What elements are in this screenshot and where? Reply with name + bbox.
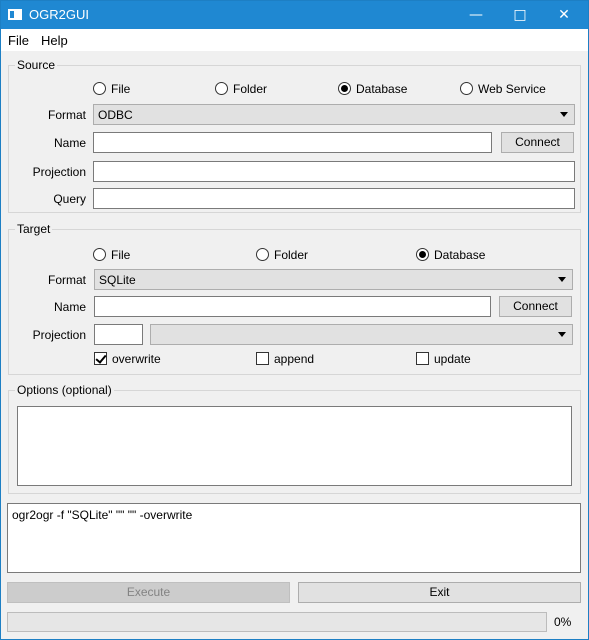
target-projection-input[interactable] [94, 324, 143, 345]
source-query-label: Query [53, 192, 86, 206]
source-group: Source File Folder Database Web Service … [8, 58, 581, 213]
target-group: Target File Folder Database Format SQLit… [8, 222, 581, 375]
target-format-select[interactable]: SQLite [94, 269, 573, 290]
update-label: update [434, 352, 471, 366]
options-group: Options (optional) [8, 383, 581, 494]
exit-button[interactable]: Exit [298, 582, 581, 603]
source-projection-input[interactable] [93, 161, 575, 182]
source-radio-database[interactable] [338, 82, 351, 95]
maximize-icon[interactable]: □ [498, 1, 542, 29]
source-format-value: ODBC [98, 108, 133, 122]
source-format-select[interactable]: ODBC [93, 104, 575, 125]
target-radio-file[interactable] [93, 248, 106, 261]
source-projection-label: Projection [32, 165, 86, 179]
window-title: OGR2GUI [29, 7, 89, 22]
app-window: OGR2GUI — □ ✕ File Help Source File Fold… [0, 0, 589, 640]
source-group-title: Source [15, 58, 58, 72]
menu-file[interactable]: File [8, 33, 29, 48]
close-icon[interactable]: ✕ [542, 1, 586, 29]
overwrite-label: overwrite [112, 352, 161, 366]
menu-help[interactable]: Help [41, 33, 68, 48]
target-name-label: Name [53, 300, 86, 314]
source-name-input[interactable] [93, 132, 492, 153]
source-radio-file-label: File [111, 82, 131, 96]
update-checkbox[interactable] [416, 352, 429, 365]
source-connect-button[interactable]: Connect [501, 132, 574, 153]
target-connect-button[interactable]: Connect [499, 296, 572, 317]
overwrite-checkbox[interactable] [94, 352, 107, 365]
options-group-title: Options (optional) [15, 383, 114, 397]
source-query-input[interactable] [93, 188, 575, 209]
source-name-label: Name [53, 136, 86, 150]
target-projection-select[interactable] [150, 324, 573, 345]
minimize-icon[interactable]: — [454, 1, 498, 29]
target-radio-folder[interactable] [256, 248, 269, 261]
target-format-label: Format [47, 273, 86, 287]
source-radio-web-service-label: Web Service [478, 82, 546, 96]
source-radio-folder[interactable] [215, 82, 228, 95]
target-radio-database[interactable] [416, 248, 429, 261]
command-preview[interactable]: ogr2ogr -f "SQLite" "" "" -overwrite [7, 503, 581, 573]
app-icon [8, 9, 22, 20]
target-projection-label: Projection [32, 328, 86, 342]
target-group-title: Target [15, 222, 53, 236]
source-radio-folder-label: Folder [233, 82, 268, 96]
source-radio-database-label: Database [356, 82, 408, 96]
chevron-down-icon [558, 332, 566, 337]
progress-bar [7, 612, 547, 632]
target-format-value: SQLite [99, 273, 136, 287]
source-format-label: Format [47, 108, 86, 122]
target-radio-file-label: File [111, 248, 131, 262]
source-radio-file[interactable] [93, 82, 106, 95]
title-bar: OGR2GUI — □ ✕ [1, 1, 588, 29]
append-checkbox[interactable] [256, 352, 269, 365]
chevron-down-icon [558, 277, 566, 282]
append-label: append [274, 352, 315, 366]
execute-button[interactable]: Execute [7, 582, 290, 603]
menu-bar: File Help [1, 29, 588, 51]
progress-percent: 0% [554, 615, 572, 629]
options-textarea[interactable] [17, 406, 572, 486]
chevron-down-icon [560, 112, 568, 117]
target-name-input[interactable] [94, 296, 491, 317]
target-radio-folder-label: Folder [274, 248, 309, 262]
target-radio-database-label: Database [434, 248, 486, 262]
source-radio-web-service[interactable] [460, 82, 473, 95]
